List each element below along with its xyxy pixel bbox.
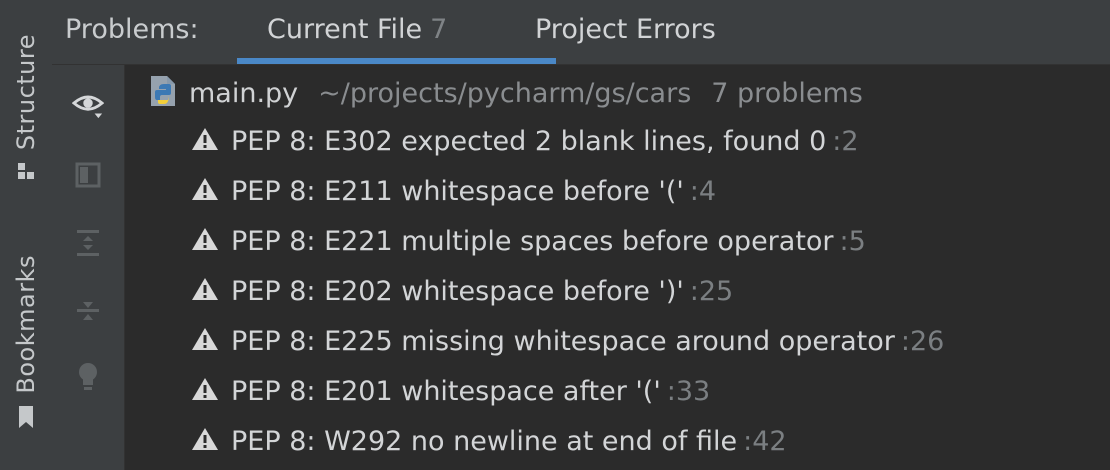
problems-header: Problems: Current File 7 Project Errors — [52, 0, 1110, 65]
problem-line: :33 — [666, 375, 711, 407]
problem-item[interactable]: PEP 8: E211 whitespace before '(' :4 — [191, 169, 716, 213]
problem-line: :25 — [689, 275, 734, 307]
active-tab-indicator — [237, 58, 556, 64]
problem-text: PEP 8: E302 expected 2 blank lines, foun… — [231, 125, 827, 157]
problems-title: Problems: — [65, 14, 199, 45]
preview-icon[interactable] — [72, 159, 104, 191]
problem-text: PEP 8: E201 whitespace after '(' — [231, 375, 661, 407]
expand-all-icon[interactable] — [72, 227, 104, 259]
warning-icon — [191, 176, 219, 206]
problem-item[interactable]: PEP 8: W292 no newline at end of file :4… — [191, 419, 787, 463]
problem-item[interactable]: PEP 8: E225 missing whitespace around op… — [191, 319, 944, 363]
problem-text: PEP 8: E211 whitespace before '(' — [231, 175, 684, 207]
structure-icon — [15, 160, 37, 186]
problem-item[interactable]: PEP 8: E302 expected 2 blank lines, foun… — [191, 119, 859, 163]
tab-current-file[interactable]: Current File 7 — [267, 14, 447, 45]
problem-text: PEP 8: E202 whitespace before ')' — [231, 275, 684, 307]
warning-icon — [191, 326, 219, 356]
problem-line: :4 — [689, 175, 717, 207]
structure-label: Structure — [12, 34, 40, 151]
file-path: ~/projects/pycharm/gs/cars — [318, 77, 692, 109]
problem-text: PEP 8: E221 multiple spaces before opera… — [231, 225, 834, 257]
problems-toolbar — [52, 65, 125, 470]
collapse-all-icon[interactable] — [72, 295, 104, 327]
problem-item[interactable]: PEP 8: E221 multiple spaces before opera… — [191, 219, 866, 263]
python-file-icon — [147, 74, 181, 112]
problem-line: :2 — [832, 125, 859, 157]
problems-list: main.py ~/projects/pycharm/gs/cars 7 pro… — [125, 65, 1110, 470]
structure-tab[interactable]: Structure — [0, 34, 52, 186]
warning-icon — [191, 376, 219, 406]
warning-icon — [191, 226, 219, 256]
warning-icon — [191, 276, 219, 306]
tab-project-errors-label: Project Errors — [535, 14, 716, 45]
tab-current-file-label: Current File — [267, 14, 423, 45]
warning-icon — [191, 426, 219, 456]
tab-current-file-count: 7 — [430, 14, 448, 45]
eye-icon[interactable] — [72, 89, 104, 121]
bookmarks-label: Bookmarks — [12, 255, 40, 394]
problem-line: :26 — [900, 325, 945, 357]
problem-line: :5 — [839, 225, 866, 257]
lightbulb-icon[interactable] — [72, 361, 104, 393]
problem-item[interactable]: PEP 8: E201 whitespace after '(' :33 — [191, 369, 710, 413]
file-name: main.py — [189, 77, 299, 109]
problem-text: PEP 8: W292 no newline at end of file — [231, 425, 738, 457]
warning-icon — [191, 126, 219, 156]
problem-text: PEP 8: E225 missing whitespace around op… — [231, 325, 895, 357]
bookmarks-tab[interactable]: Bookmarks — [0, 255, 52, 434]
problem-line: :42 — [743, 425, 787, 457]
problem-item[interactable]: PEP 8: E202 whitespace before ')' :25 — [191, 269, 733, 313]
bookmark-icon — [15, 404, 37, 434]
file-problem-count: 7 problems — [711, 77, 863, 109]
tab-project-errors[interactable]: Project Errors — [535, 14, 716, 45]
tool-window-strip: Structure Bookmarks — [0, 0, 53, 470]
file-node[interactable]: main.py ~/projects/pycharm/gs/cars 7 pro… — [147, 73, 863, 113]
